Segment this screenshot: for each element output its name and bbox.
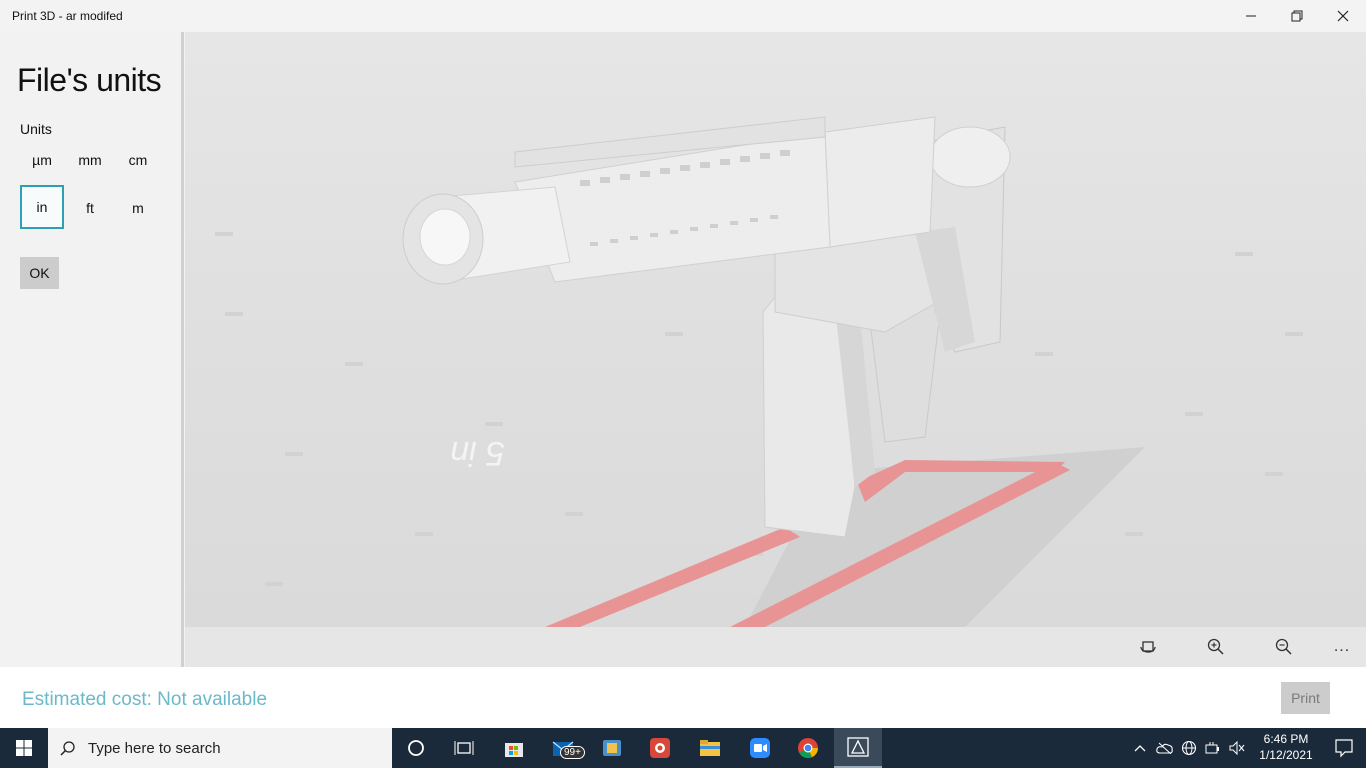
minimize-icon [1246,15,1256,17]
mail-badge: 99+ [560,746,585,759]
rotate-view-icon [1140,641,1156,653]
unit-option-centimeter[interactable]: cm [116,138,160,182]
zoom-out-button[interactable] [1269,633,1299,661]
taskbar-zoom[interactable] [736,728,784,768]
more-icon: ... [1333,638,1351,655]
more-options-button[interactable]: ... [1327,633,1357,661]
task-view-icon [454,741,474,755]
unit-option-millimeter[interactable]: mm [68,138,112,182]
taskbar-search-box[interactable]: Type here to search [48,728,392,768]
taskbar-store[interactable] [490,728,538,768]
units-panel: File's units Units µm mm cm in ft m OK [0,32,184,667]
notification-icon [1335,739,1353,758]
search-icon [48,740,88,756]
units-label: Units [20,121,52,137]
task-view-button[interactable] [440,728,488,768]
video-call-icon [750,738,770,758]
window-title: Print 3D - ar modifed [12,9,123,23]
restore-icon [1291,10,1303,22]
windows-logo-icon [16,740,32,756]
taskbar-mail[interactable]: 99+ [540,728,588,768]
print-3d-icon [847,737,869,757]
bottom-bar: Estimated cost: Not available Print [0,667,1366,728]
taskbar-chrome[interactable] [784,728,832,768]
title-bar: Print 3D - ar modifed [0,0,1366,32]
browser-icon [798,738,819,759]
cortana-button[interactable] [392,728,440,768]
battery-plug-icon [1205,742,1219,754]
unit-option-foot[interactable]: ft [68,186,112,230]
cloud-off-icon [1156,742,1173,754]
zoom-out-icon [1275,638,1292,655]
zoom-in-button[interactable] [1201,633,1231,661]
media-app-icon [650,738,670,758]
close-button[interactable] [1320,0,1366,32]
volume-tray-button[interactable] [1226,728,1248,768]
folder-icon [700,740,720,756]
zoom-in-icon [1207,638,1224,655]
ok-button[interactable]: OK [20,257,59,289]
taskbar-print3d[interactable] [834,728,882,768]
onedrive-tray-button[interactable] [1154,728,1176,768]
viewport-toolbar: ... [185,627,1366,667]
clock-time: 6:46 PM [1263,732,1309,746]
chevron-up-icon [1134,745,1146,752]
action-center-button[interactable] [1334,738,1354,758]
start-button[interactable] [0,728,48,768]
print-button[interactable]: Print [1281,682,1330,714]
rotate-view-button[interactable] [1133,633,1163,661]
minimize-button[interactable] [1228,0,1274,32]
globe-icon [1181,740,1197,756]
estimated-cost-text: Estimated cost: Not available [22,689,268,710]
window-controls [1228,0,1366,32]
show-hidden-icons-button[interactable] [1132,728,1148,768]
close-icon [1337,10,1349,22]
taskbar-video[interactable] [588,728,636,768]
power-tray-button[interactable] [1202,728,1224,768]
search-placeholder: Type here to search [88,739,221,757]
3d-viewport[interactable]: 5 in [185,32,1366,627]
speaker-muted-icon [1229,741,1245,755]
clock-date: 1/12/2021 [1259,748,1313,762]
store-bag-icon [505,743,523,757]
taskbar-app-red[interactable] [636,728,684,768]
taskbar-file-explorer[interactable] [686,728,734,768]
taskbar-clock[interactable]: 6:46 PM 1/12/2021 [1254,731,1318,763]
taskbar: Type here to search 99+ 6:46 PM 1/12/202… [0,728,1366,768]
restore-button[interactable] [1274,0,1320,32]
cortana-circle-icon [408,740,424,756]
unit-option-inch[interactable]: in [20,185,64,229]
panel-heading: File's units [17,62,162,98]
unit-option-micrometer[interactable]: µm [20,138,64,182]
floor-scale-label: 5 in [450,434,505,472]
video-player-icon [603,740,621,756]
unit-option-meter[interactable]: m [116,186,160,230]
network-tray-button[interactable] [1178,728,1200,768]
